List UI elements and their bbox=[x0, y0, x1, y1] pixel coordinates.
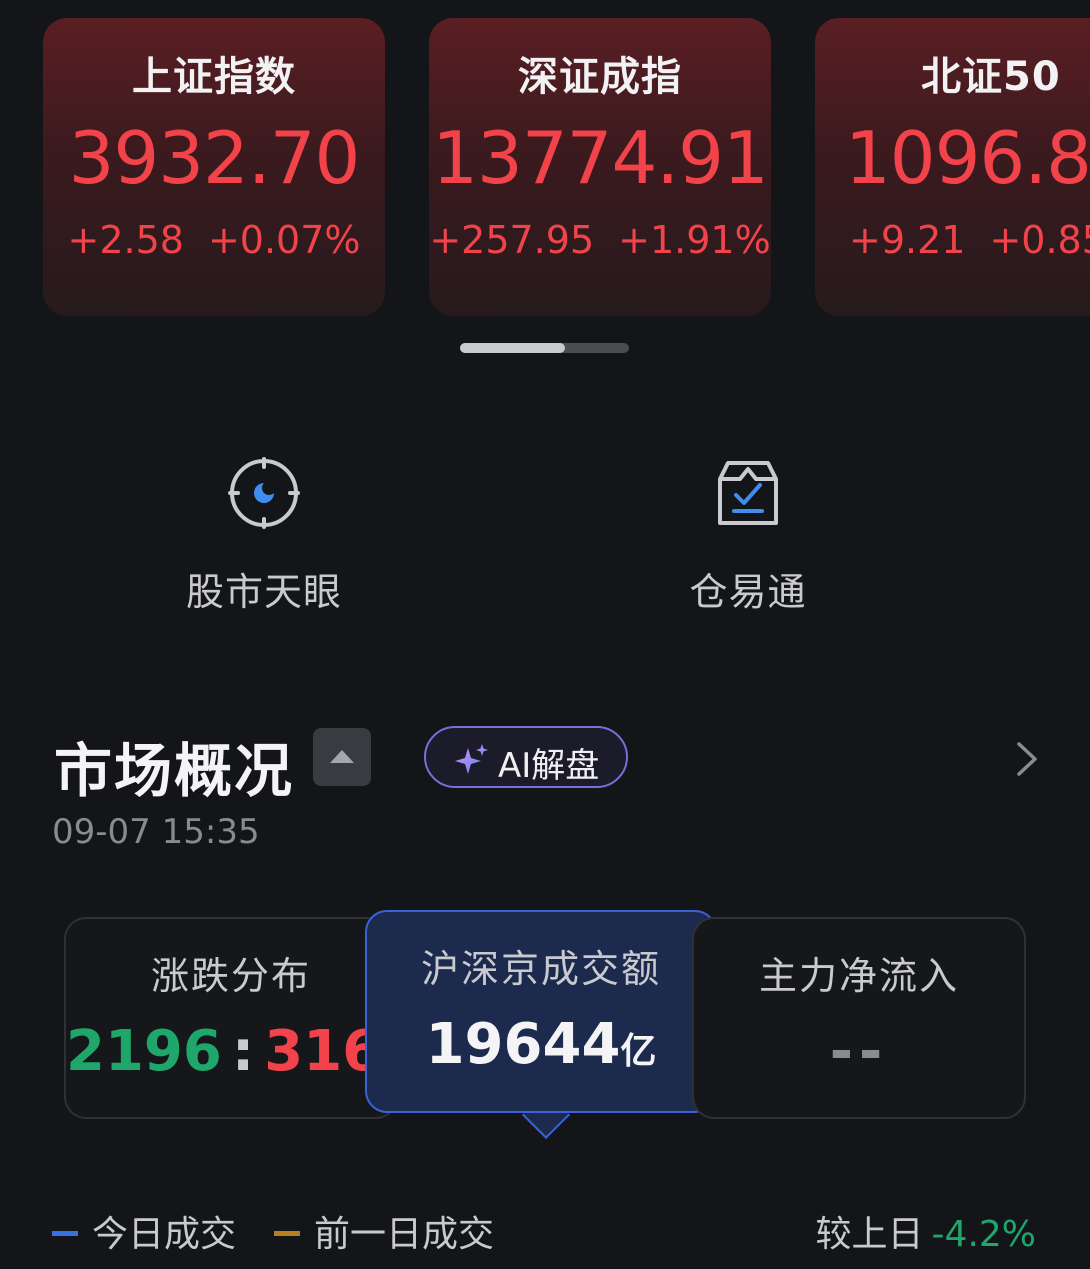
ai-analysis-label: AI解盘 bbox=[498, 746, 600, 786]
turnover-value: 19644亿 bbox=[367, 1012, 715, 1077]
stat-card-net-inflow[interactable]: 主力净流入 -- bbox=[692, 917, 1026, 1119]
legend-swatch-previous bbox=[274, 1230, 301, 1236]
compare-label: 较上日 bbox=[815, 1214, 924, 1255]
index-carousel[interactable]: 上证指数 3932.70 +2.58 +0.07% 深证成指 13774.91 +… bbox=[0, 18, 1090, 318]
legend-previous: 前一日成交 bbox=[274, 1214, 494, 1255]
compare-value: -4.2% bbox=[931, 1214, 1036, 1255]
sparkle-icon bbox=[455, 744, 488, 774]
chevron-right-icon[interactable] bbox=[1014, 740, 1040, 778]
index-change-percent: +1.91% bbox=[618, 218, 771, 262]
carousel-scroll-indicator bbox=[460, 343, 629, 353]
eye-radar-icon bbox=[226, 455, 302, 531]
turnover-unit: 亿 bbox=[620, 1031, 657, 1072]
carousel-scroll-thumb bbox=[460, 343, 565, 353]
index-value: 13774.91 bbox=[432, 116, 769, 200]
collapse-button[interactable] bbox=[313, 728, 371, 786]
legend-label: 前一日成交 bbox=[314, 1214, 495, 1255]
turnover-amount: 19644 bbox=[425, 1012, 621, 1077]
stat-title: 涨跌分布 bbox=[150, 954, 311, 998]
chevron-up-icon bbox=[330, 750, 354, 763]
index-change-points: +9.21 bbox=[849, 218, 966, 262]
index-name: 深证成指 bbox=[518, 54, 682, 100]
index-card-beijing50[interactable]: 北证50 1096.83 +9.21 +0.85% bbox=[815, 18, 1090, 316]
box-check-icon bbox=[710, 455, 786, 531]
index-name: 北证50 bbox=[921, 54, 1061, 100]
stat-card-turnover[interactable]: 沪深京成交额 19644亿 bbox=[365, 910, 717, 1113]
tool-label: 股市天眼 bbox=[185, 570, 342, 614]
stat-title: 沪深京成交额 bbox=[420, 947, 661, 991]
index-change-percent: +0.07% bbox=[207, 218, 361, 262]
rise-fall-value: 2196:3167 bbox=[66, 1019, 420, 1084]
index-change-points: +2.58 bbox=[67, 218, 184, 262]
compare-previous-day: 较上日 -4.2% bbox=[816, 1205, 1036, 1257]
update-timestamp: 09-07 15:35 bbox=[52, 812, 260, 852]
index-change: +9.21 +0.85% bbox=[849, 218, 1090, 262]
tool-stock-sky-eye[interactable]: 股市天眼 bbox=[144, 455, 384, 616]
index-change: +2.58 +0.07% bbox=[43, 218, 385, 262]
index-card-shenzhen[interactable]: 深证成指 13774.91 +257.95 +1.91% bbox=[429, 18, 771, 316]
legend-swatch-today bbox=[52, 1230, 78, 1236]
net-inflow-value: -- bbox=[829, 1019, 889, 1084]
legend-label: 今日成交 bbox=[92, 1214, 237, 1255]
section-title: 市场概况 bbox=[54, 737, 295, 805]
index-value: 1096.83 bbox=[845, 116, 1090, 200]
legend-today: 今日成交 bbox=[52, 1214, 236, 1255]
stat-card-rise-fall[interactable]: 涨跌分布 2196:3167 bbox=[64, 917, 420, 1119]
index-value: 3932.70 bbox=[68, 116, 361, 200]
index-name: 上证指数 bbox=[132, 54, 296, 100]
ai-analysis-button[interactable]: AI解盘 bbox=[424, 726, 628, 788]
index-change: +257.95 +1.91% bbox=[429, 218, 771, 262]
tool-label: 仓易通 bbox=[689, 570, 807, 614]
tool-cang-yi-tong[interactable]: 仓易通 bbox=[628, 455, 868, 616]
rise-count: 2196 bbox=[66, 1019, 222, 1084]
index-change-points: +257.95 bbox=[429, 218, 595, 262]
ratio-separator: : bbox=[231, 1019, 255, 1084]
index-change-percent: +0.85% bbox=[989, 218, 1090, 262]
stat-title: 主力净流入 bbox=[758, 954, 959, 998]
index-card-shanghai[interactable]: 上证指数 3932.70 +2.58 +0.07% bbox=[43, 18, 385, 316]
chart-legend: 今日成交 前一日成交 bbox=[52, 1205, 494, 1257]
